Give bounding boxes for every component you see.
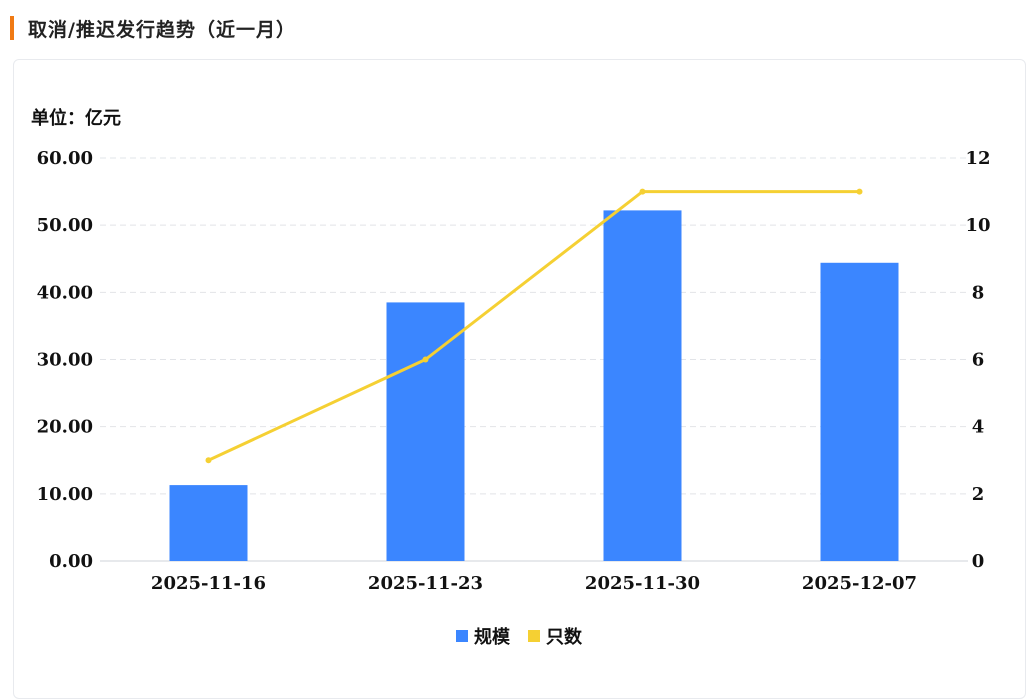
- right-axis-tick-label: 10: [965, 215, 990, 236]
- left-axis-tick-label: 60.00: [37, 148, 93, 169]
- bar-2025-11-23[interactable]: [386, 302, 465, 561]
- right-axis-tick-label: 8: [972, 282, 985, 303]
- combo-chart: 单位：亿元 0.0010.0020.0030.0040.0050.0060.00…: [31, 107, 991, 648]
- legend-label: 只数: [546, 626, 583, 648]
- x-axis-tick-label: 2025-11-30: [585, 573, 700, 594]
- legend-swatch: [528, 630, 540, 642]
- line-series: [205, 188, 863, 464]
- legend: 规模 只数: [456, 626, 583, 648]
- left-axis-tick-label: 50.00: [37, 215, 93, 236]
- legend-label: 规模: [474, 626, 511, 648]
- right-axis-tick-label: 2: [972, 484, 985, 505]
- x-axis-tick-label: 2025-11-23: [368, 573, 483, 594]
- bar-2025-12-07[interactable]: [820, 262, 899, 561]
- left-axis-ticks: 0.00 10.00 20.00 30.00 40.00 50.00 60.00: [37, 148, 93, 572]
- x-axis-tick-label: 2025-12-07: [802, 573, 917, 594]
- right-axis-tick-label: 0: [972, 551, 985, 572]
- unit-label: 单位：亿元: [31, 107, 121, 129]
- left-axis-tick-label: 20.00: [37, 417, 93, 438]
- line-point-2025-11-16[interactable]: [205, 457, 212, 464]
- left-axis-tick-label: 0.00: [49, 551, 93, 572]
- bar-series: [169, 210, 899, 561]
- right-axis-tick-label: 12: [965, 148, 990, 169]
- left-axis-tick-label: 40.00: [37, 282, 93, 303]
- line-path: [207, 190, 860, 462]
- right-axis-ticks: 0 2 4 6 8 10 12: [965, 148, 990, 572]
- left-axis-tick-label: 10.00: [37, 484, 93, 505]
- line-point-2025-11-30[interactable]: [639, 188, 646, 195]
- bar-2025-11-30[interactable]: [603, 210, 682, 561]
- line-point-2025-11-23[interactable]: [422, 356, 429, 363]
- bar-2025-11-16[interactable]: [169, 485, 248, 561]
- x-axis-tick-label: 2025-11-16: [151, 573, 266, 594]
- legend-swatch: [456, 630, 468, 642]
- left-axis-tick-label: 30.00: [37, 350, 93, 371]
- right-axis-tick-label: 4: [972, 417, 985, 438]
- x-axis-ticks: 2025-11-16 2025-11-23 2025-11-30 2025-12-07: [151, 573, 917, 594]
- right-axis-tick-label: 6: [972, 350, 985, 371]
- line-point-2025-12-07[interactable]: [856, 188, 863, 195]
